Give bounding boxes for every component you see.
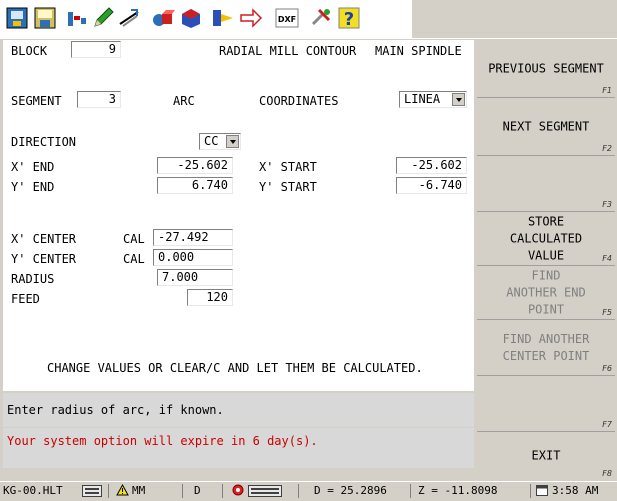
status-d-flag: D <box>194 484 201 497</box>
solid-icon-2[interactable] <box>178 5 204 31</box>
x-end-field[interactable]: -25.602 <box>157 157 233 174</box>
x-center-field[interactable]: -27.492 <box>153 229 233 246</box>
status-bar: KG-00.HLT MM D D = 25.2896 Z = -11.8098 … <box>0 481 617 500</box>
toolbar: DXF ? <box>0 0 617 39</box>
status-file: KG-00.HLT <box>3 484 63 497</box>
direction-value: CC <box>204 134 219 148</box>
fkey-label: FIND ANOTHER END POINT <box>506 268 586 316</box>
fkey-label: EXIT <box>531 448 561 463</box>
fkey-number: F8 <box>602 469 612 478</box>
fkey-number: F7 <box>602 420 612 429</box>
status-time: 3:58 AM <box>552 484 599 497</box>
fkey-number: F5 <box>602 308 612 317</box>
x-start-label: X' START <box>259 160 317 174</box>
license-warning: Your system option will expire in 6 day(… <box>3 428 474 468</box>
exit-button[interactable]: EXIT F8 <box>477 432 615 480</box>
keyboard-icon-2[interactable] <box>248 485 282 499</box>
prompt-message: Enter radius of arc, if known. <box>3 393 474 427</box>
tool-holder-icon[interactable] <box>210 5 236 31</box>
fkey-number: F3 <box>602 200 612 209</box>
spindle-label: MAIN SPINDLE <box>375 44 462 58</box>
y-start-field: -6.740 <box>396 177 467 194</box>
chevron-down-icon[interactable] <box>226 135 239 148</box>
tool-icon[interactable] <box>64 5 90 31</box>
store-calculated-value-button[interactable]: STORE CALCULATED VALUE F4 <box>477 212 615 266</box>
feed-field[interactable]: 120 <box>187 289 233 306</box>
save-icon[interactable] <box>32 5 58 31</box>
fkey-label: NEXT SEGMENT <box>502 119 590 133</box>
y-center-cal-label: CAL <box>123 252 145 266</box>
radius-field[interactable]: 7.000 <box>157 269 233 286</box>
fkey-number: F2 <box>602 144 612 153</box>
f7-button[interactable]: F7 <box>477 376 615 432</box>
fkey-number: F4 <box>602 254 612 263</box>
direction-select[interactable]: CC <box>199 133 241 150</box>
f3-button[interactable]: F3 <box>477 156 615 212</box>
pencil-icon[interactable] <box>90 5 116 31</box>
status-z-readout: Z = -11.8098 <box>418 484 498 497</box>
segment-label: SEGMENT <box>11 94 62 108</box>
direction-label: DIRECTION <box>11 135 77 149</box>
tools-icon[interactable] <box>308 5 334 31</box>
block-field[interactable]: 9 <box>71 41 121 58</box>
coordinates-label: COORDINATES <box>259 94 339 108</box>
next-segment-button[interactable]: NEXT SEGMENT F2 <box>477 98 615 156</box>
dxf-label: DXF <box>278 15 296 24</box>
solid-icon[interactable] <box>150 5 176 31</box>
find-another-end-point-button[interactable]: FIND ANOTHER END POINT F5 <box>477 266 615 320</box>
fkey-number: F1 <box>602 86 612 95</box>
contour-form: BLOCK 9 RADIAL MILL CONTOUR MAIN SPINDLE… <box>3 40 474 391</box>
status-d-readout: D = 25.2896 <box>314 484 387 497</box>
operation-title: RADIAL MILL CONTOUR <box>219 44 357 58</box>
svg-text:?: ? <box>344 9 354 30</box>
feed-label: FEED <box>11 292 40 306</box>
y-start-label: Y' START <box>259 180 317 194</box>
dxf-icon[interactable]: DXF <box>274 5 300 31</box>
fkey-label: PREVIOUS SEGMENT <box>488 61 604 75</box>
calendar-icon <box>536 484 548 498</box>
y-end-label: Y' END <box>11 180 55 194</box>
x-center-label: X' CENTER <box>11 232 77 246</box>
fkey-number: F6 <box>602 364 612 373</box>
segment-type: ARC <box>173 94 195 108</box>
block-label: BLOCK <box>11 44 48 58</box>
x-start-field: -25.602 <box>396 157 467 174</box>
warning-icon <box>116 483 129 498</box>
chevron-down-icon[interactable] <box>452 93 465 106</box>
help-icon[interactable]: ? <box>336 5 362 31</box>
status-units: MM <box>132 484 146 497</box>
y-center-label: Y' CENTER <box>11 252 77 266</box>
coordinates-select[interactable]: LINEA <box>399 91 467 108</box>
radius-label: RADIUS <box>11 272 55 286</box>
keyboard-icon[interactable] <box>82 485 102 499</box>
y-end-field[interactable]: 6.740 <box>157 177 233 194</box>
x-end-label: X' END <box>11 160 55 174</box>
find-another-center-point-button[interactable]: FIND ANOTHER CENTER POINT F6 <box>477 320 615 376</box>
x-center-cal-label: CAL <box>123 232 145 246</box>
segment-field[interactable]: 3 <box>77 91 121 108</box>
coordinates-value: LINEA <box>404 92 441 106</box>
previous-segment-button[interactable]: PREVIOUS SEGMENT F1 <box>477 40 615 98</box>
record-icon <box>232 484 244 498</box>
fkey-label: FIND ANOTHER CENTER POINT <box>502 331 590 363</box>
arrow-icon[interactable] <box>238 5 264 31</box>
fkey-label: STORE CALCULATED VALUE <box>509 214 583 262</box>
y-center-field[interactable]: 0.000 <box>153 249 233 266</box>
machine-icon[interactable] <box>4 5 30 31</box>
drawing-icon[interactable] <box>116 5 142 31</box>
instruction-text: CHANGE VALUES OR CLEAR/C AND LET THEM BE… <box>47 361 423 375</box>
